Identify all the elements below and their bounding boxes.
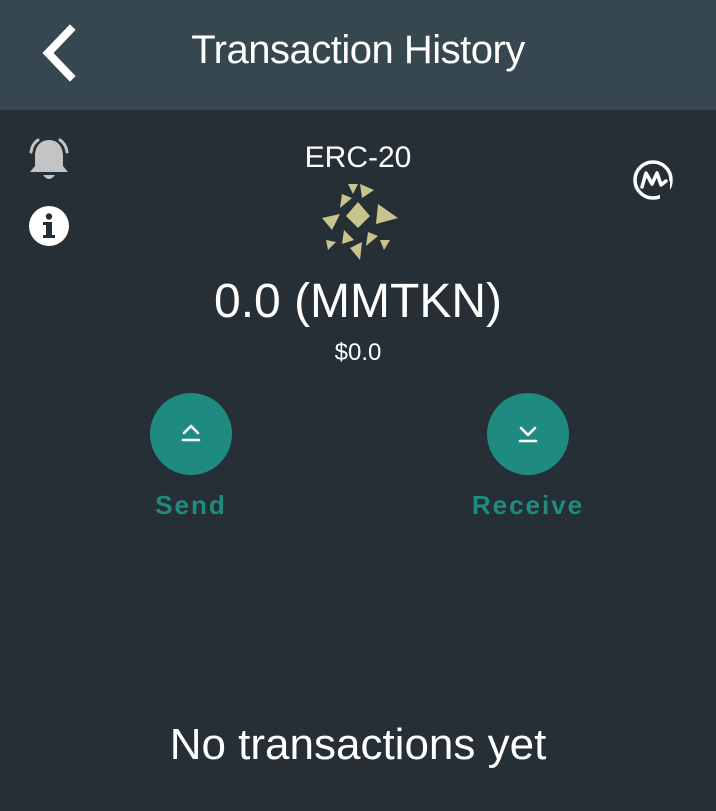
token-balance: 0.0 (MMTKN): [214, 275, 502, 328]
app-header: Transaction History: [0, 0, 716, 110]
arrow-down-icon: [518, 426, 538, 443]
info-button[interactable]: [28, 205, 70, 247]
arrow-up-icon: [181, 424, 201, 442]
send-circle[interactable]: [150, 393, 232, 475]
token-standard: ERC-20: [304, 141, 412, 174]
page-title: Transaction History: [191, 28, 525, 72]
send-button[interactable]: Send: [111, 393, 271, 522]
receive-circle[interactable]: [487, 393, 569, 475]
empty-transactions-message: No transactions yet: [169, 720, 547, 769]
token-fiat-value: $0.0: [334, 339, 382, 366]
send-label[interactable]: Send: [111, 488, 271, 522]
transaction-history-screen: Transaction History ERC-20 0.0 (MMTKN) $…: [0, 0, 716, 811]
info-icon: [29, 206, 69, 246]
receive-label[interactable]: Receive: [448, 488, 608, 522]
token-logo: [318, 182, 400, 262]
receive-button[interactable]: Receive: [448, 393, 608, 522]
